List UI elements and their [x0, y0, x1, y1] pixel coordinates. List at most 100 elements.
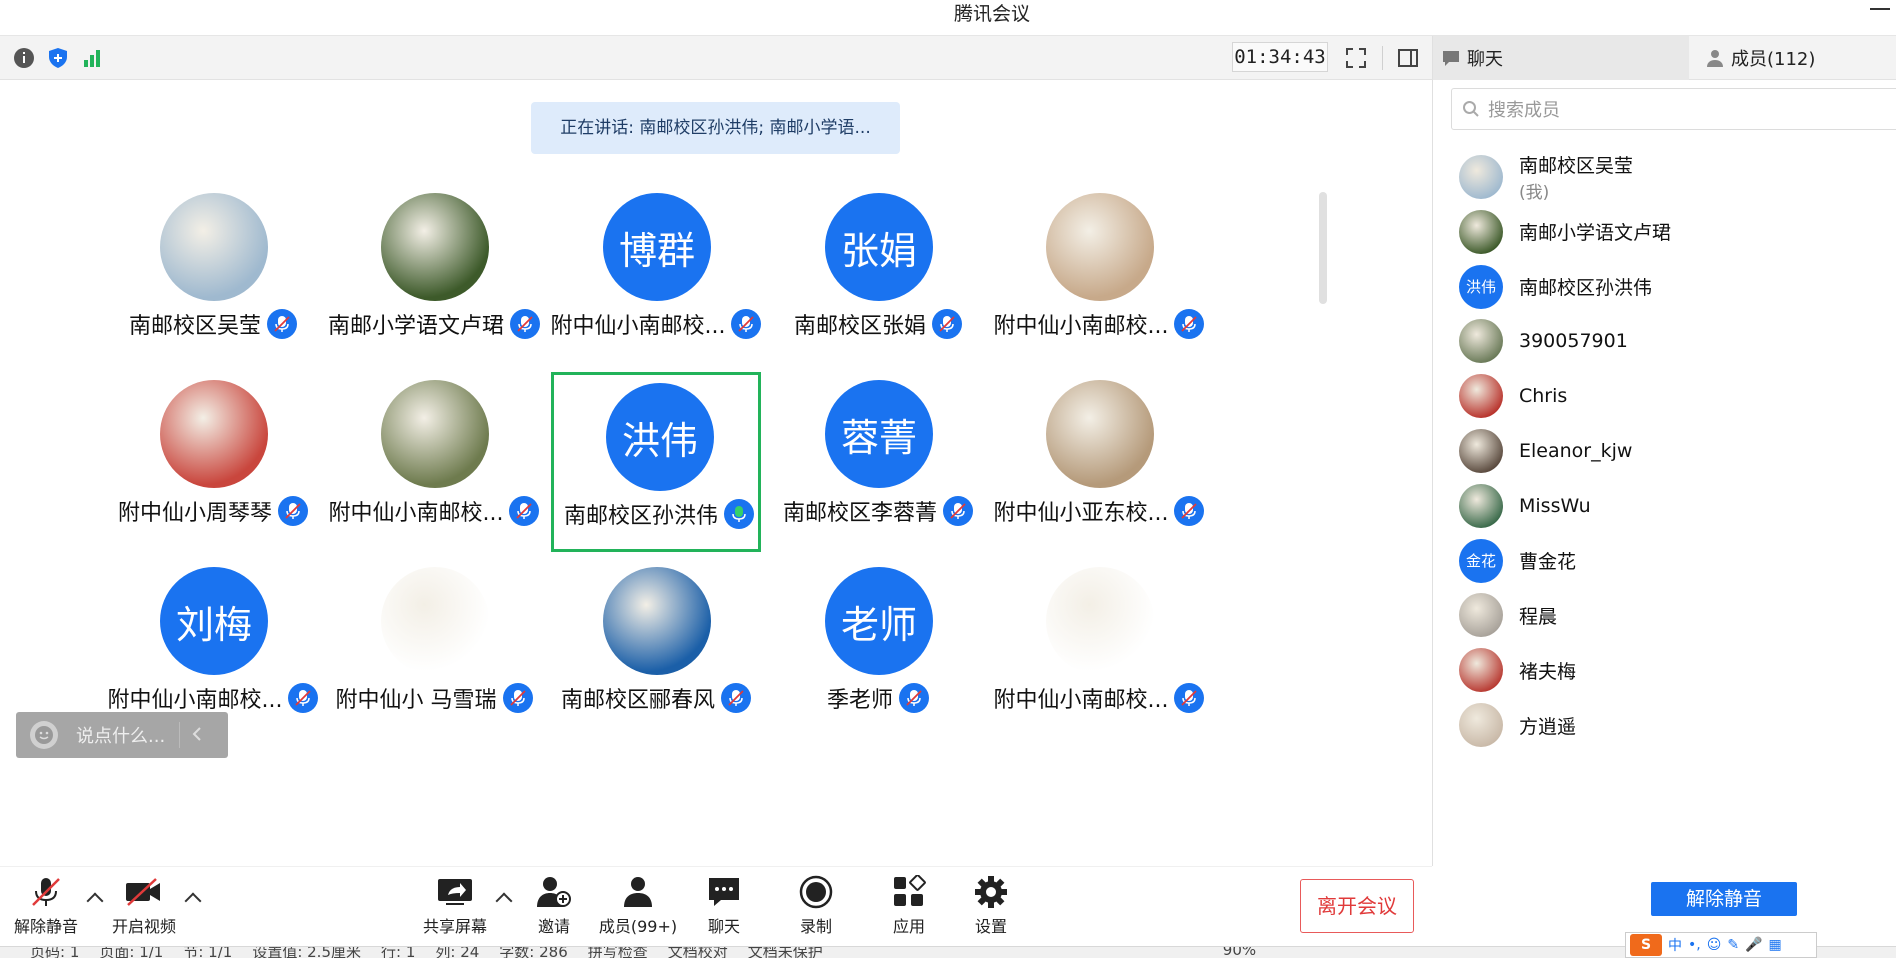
mic-muted-icon [721, 683, 751, 713]
participant-avatar: 老师 [825, 567, 933, 675]
participant-name-row: 附中仙小南邮校... [974, 681, 1224, 715]
input-method-bar[interactable]: S 中 •, ☺ ✎ 🎤 ▦ [1625, 932, 1817, 958]
emoji-icon[interactable] [30, 721, 58, 749]
chat-icon [704, 873, 744, 911]
speaking-banner: 正在讲话: 南邮校区孙洪伟; 南邮小学语... [531, 102, 900, 154]
status-item: 拼写检查 [587, 946, 648, 958]
participant-tile[interactable]: 洪伟 南邮校区孙洪伟 [551, 372, 761, 552]
member-list-item[interactable]: 洪伟 南邮校区孙洪伟 [1459, 259, 1889, 315]
participant-name-row: 附中仙小 马雪瑞 [309, 681, 559, 715]
ime-mode[interactable]: 中 [1668, 935, 1682, 955]
meeting-timer: 01:34:43 [1232, 42, 1328, 72]
participant-tile[interactable]: 博群 附中仙小南邮校... [551, 185, 762, 365]
muted-mic-icon [26, 873, 66, 911]
member-avatar [1459, 429, 1503, 473]
member-list-item[interactable]: Chris [1459, 368, 1889, 424]
member-list-item[interactable]: 金花 曹金花 [1459, 533, 1889, 589]
sidebar-toggle-icon[interactable] [1394, 44, 1422, 72]
member-list-item[interactable]: 南邮小学语文卢珺 [1459, 204, 1889, 260]
quick-chat-placeholder: 说点什么... [76, 726, 166, 747]
participant-name: 南邮校区郦春风 [560, 688, 715, 713]
member-text: 曹金花 [1503, 547, 1576, 574]
participant-avatar [381, 567, 489, 675]
participant-tile[interactable]: 附中仙小南邮校... [994, 559, 1205, 739]
apps-button[interactable]: 应用 [863, 873, 955, 943]
mic-active-icon [724, 499, 754, 529]
participant-tile[interactable]: 附中仙小周琴琴 [108, 372, 318, 552]
participant-name-row: 南邮校区李蓉菁 [753, 494, 1003, 528]
ime-logo: S [1630, 934, 1662, 956]
ime-emoji-icon[interactable]: ☺ [1707, 937, 1722, 953]
participant-tile[interactable]: 附中仙小南邮校... [994, 185, 1205, 365]
tab-chat[interactable]: 聊天 [1433, 36, 1689, 80]
member-avatar: 金花 [1459, 538, 1503, 583]
participant-name: 附中仙小周琴琴 [117, 501, 272, 526]
member-list-item[interactable]: 褚夫梅 [1459, 642, 1889, 698]
participant-avatar [160, 193, 268, 301]
document-status-bar: 页码: 1 页面: 1/1 节: 1/1 设置值: 2.5厘米 行: 1 列: 24 字数:… [0, 946, 1896, 958]
member-list-item[interactable]: 方逍遥 [1459, 697, 1889, 753]
participant-tile[interactable]: 附中仙小亚东校... [994, 372, 1205, 552]
ime-mic-icon[interactable]: 🎤 [1745, 937, 1762, 953]
participant-tile[interactable]: 老师 季老师 [773, 559, 983, 739]
leave-meeting-button[interactable]: 离开会议 [1300, 879, 1414, 933]
participant-name-row: 附中仙小南邮校... [974, 307, 1224, 341]
participant-tile[interactable]: 附中仙小南邮校... [329, 372, 540, 552]
member-list-item[interactable]: MissWu [1459, 478, 1889, 534]
start-video-label: 开启视频 [111, 917, 176, 936]
participant-tile[interactable]: 南邮校区吴莹 [108, 185, 318, 365]
participant-tile[interactable]: 南邮小学语文卢珺 [328, 185, 540, 365]
member-text: 南邮小学语文卢珺 [1503, 218, 1671, 245]
panel-unmute-button[interactable]: 解除静音 [1651, 882, 1797, 916]
security-shield-icon[interactable] [44, 44, 72, 72]
member-name: 南邮校区孙洪伟 [1519, 277, 1653, 300]
participant-name: 附中仙小 马雪瑞 [335, 688, 497, 713]
status-item: 节: 1/1 [183, 946, 233, 958]
record-button[interactable]: 录制 [770, 873, 862, 943]
member-text: Eleanor_kjw [1503, 440, 1632, 462]
video-gallery: 正在讲话: 南邮校区孙洪伟; 南邮小学语... 南邮校区吴莹 南邮小学语文卢珺 博群… [0, 80, 1432, 860]
member-list-item[interactable]: 390057901 [1459, 313, 1889, 369]
member-avatar [1459, 648, 1503, 693]
share-screen-button[interactable]: 共享屏幕 [409, 873, 501, 943]
member-search-input[interactable]: 搜索成员 [1451, 88, 1896, 130]
ime-grid-icon[interactable]: ▦ [1769, 937, 1782, 953]
gallery-scrollbar[interactable] [1319, 192, 1327, 304]
start-video-button[interactable]: 开启视频 [98, 873, 190, 943]
invite-button[interactable]: 邀请 [508, 873, 600, 943]
participant-tile[interactable]: 张娟 南邮校区张娟 [773, 185, 983, 365]
tab-chat-label: 聊天 [1467, 49, 1503, 70]
collapse-chevron-icon[interactable] [192, 725, 202, 746]
participant-name-row: 附中仙小南邮校... [309, 494, 559, 528]
member-name: 南邮校区吴莹 [1519, 155, 1634, 177]
tab-members[interactable]: 成员(112) [1697, 36, 1896, 80]
members-button[interactable]: 成员(99+) [592, 873, 684, 943]
participant-tile[interactable]: 蓉菁 南邮校区李蓉菁 [773, 372, 983, 552]
side-panel-tabs: 聊天 成员(112) [1432, 36, 1896, 80]
signal-strength-icon[interactable] [78, 44, 106, 72]
info-icon[interactable] [10, 44, 38, 72]
quick-chat-input[interactable]: 说点什么... [16, 712, 228, 758]
status-item: 页码: 1 [30, 946, 80, 958]
participant-tile[interactable]: 附中仙小 马雪瑞 [329, 559, 539, 739]
unmute-button[interactable]: 解除静音 [0, 873, 92, 943]
member-list-item[interactable]: 程晨 [1459, 587, 1889, 643]
ime-punctuation-icon[interactable]: •, [1688, 937, 1701, 953]
members-icon [618, 873, 658, 911]
mic-muted-icon [278, 496, 308, 526]
member-list-item[interactable]: Eleanor_kjw [1459, 423, 1889, 479]
search-icon [1462, 100, 1480, 118]
participant-name: 附中仙小南邮校... [328, 501, 504, 526]
ime-pen-icon[interactable]: ✎ [1727, 937, 1739, 953]
member-list-item[interactable]: 南邮校区吴莹 (我) [1459, 149, 1889, 205]
participant-tile[interactable]: 南邮校区郦春风 [551, 559, 761, 739]
mic-muted-icon [943, 496, 973, 526]
chat-button[interactable]: 聊天 [678, 873, 770, 943]
record-icon [796, 873, 836, 911]
zoom-level[interactable]: 90% [1223, 947, 1256, 958]
participant-avatar: 博群 [603, 193, 711, 301]
minimize-button[interactable] [1870, 8, 1890, 12]
chat-label: 聊天 [707, 917, 740, 936]
fullscreen-icon[interactable] [1342, 44, 1370, 72]
settings-button[interactable]: 设置 [945, 873, 1037, 943]
